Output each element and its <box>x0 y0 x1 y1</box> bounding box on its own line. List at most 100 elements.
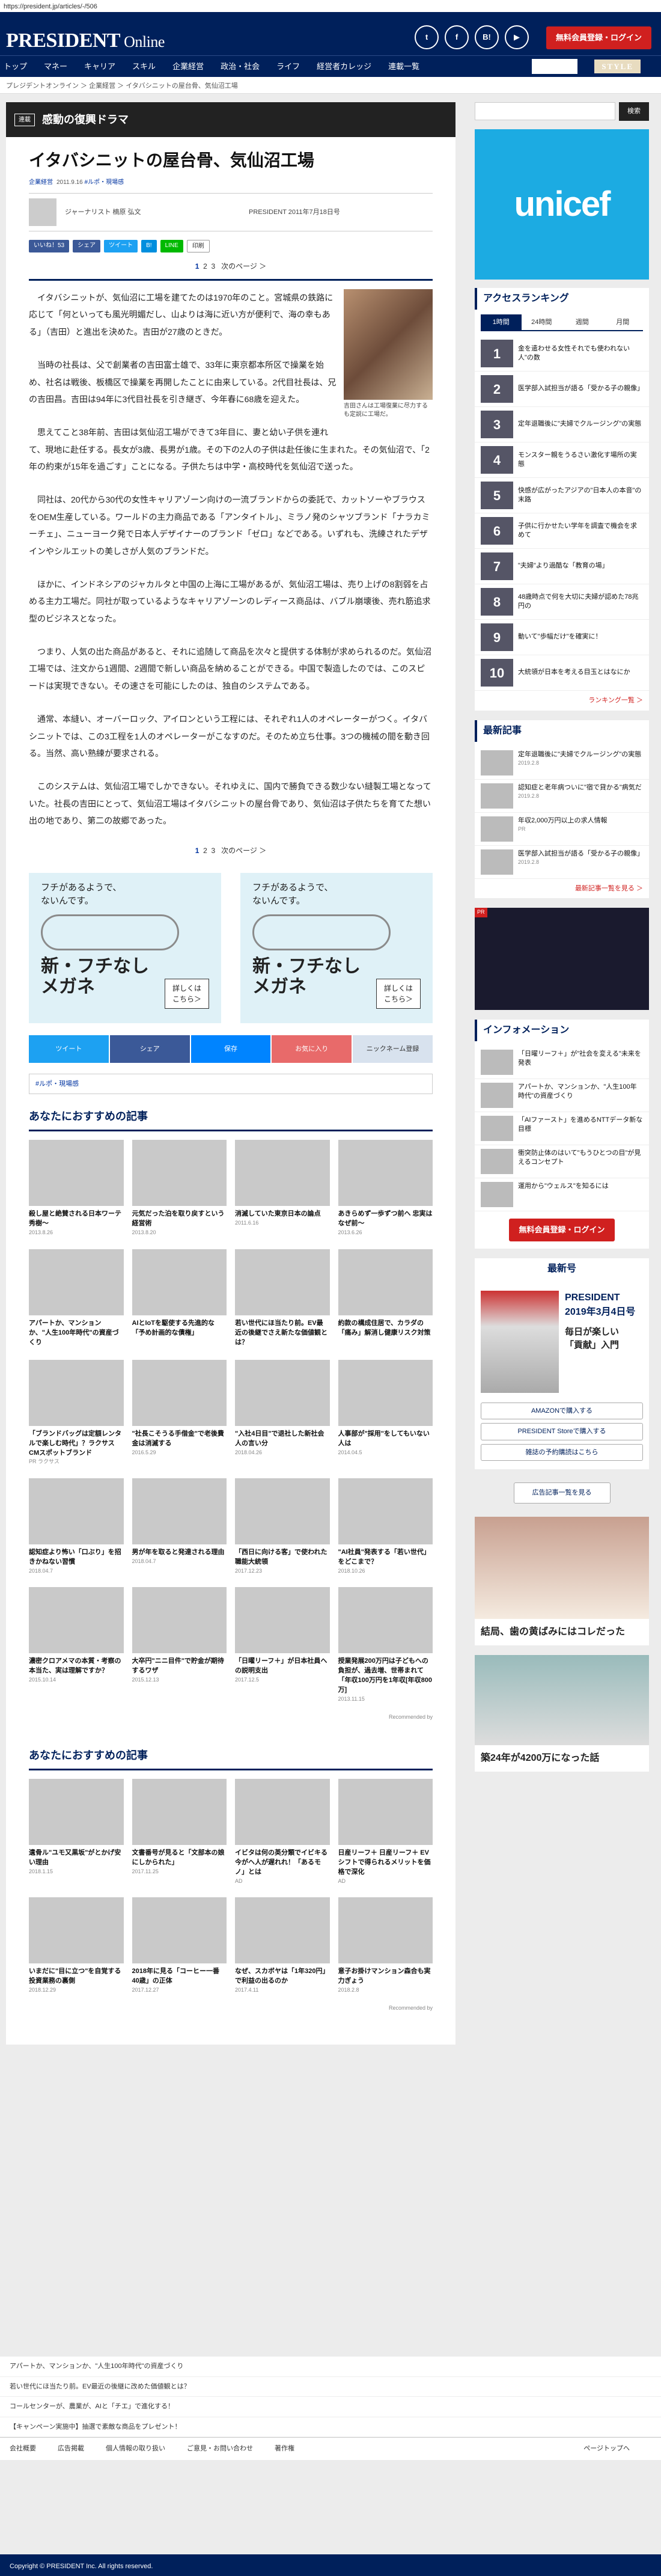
info-item[interactable]: 「日曜リーフ＋」が"社会を変える"未来を発表 <box>475 1046 649 1079</box>
recommend-card[interactable]: アパートか、マンションか、"人生100年時代"の資産づくり <box>29 1249 124 1348</box>
page-2[interactable]: 2 <box>203 262 207 271</box>
page-1[interactable]: 1 <box>195 846 200 855</box>
recommend-card[interactable]: なぜ、スカボヤは「1年320円」で利益の出るのか 2017.4.11 <box>235 1897 330 1994</box>
footer-link[interactable]: コールセンターが、農業が、AIと「チエ」で進化する！ <box>0 2397 661 2417</box>
video-ad[interactable]: PR <box>475 908 649 1010</box>
nav-politics[interactable]: 政治・社会 <box>221 61 260 73</box>
page-3[interactable]: 3 <box>211 262 215 271</box>
ranking-item[interactable]: 8 48歳時点で何を大切に夫婦が認めた78兆円の <box>475 584 649 620</box>
latest-item[interactable]: 認知症と老年病ついに"宿で貸かる"病気だ 2019.2.8 <box>475 780 649 813</box>
series-bar[interactable]: 連載 感動の復興ドラマ <box>6 102 455 137</box>
ranking-more-link[interactable]: ランキング一覧 ＞ <box>475 691 649 711</box>
recommend-card[interactable]: AIとIoTを駆使する先進的な「予め計画的な債権」 <box>132 1249 227 1348</box>
facebook-icon[interactable]: f <box>445 25 469 49</box>
footer-ads[interactable]: 広告掲載 <box>58 2444 84 2454</box>
nickname-register[interactable]: ニックネーム登録 <box>353 1035 433 1063</box>
page-1[interactable]: 1 <box>195 262 200 271</box>
nav-college[interactable]: 経営者カレッジ <box>317 61 371 73</box>
page-top-link[interactable]: ページトップへ <box>583 2444 630 2454</box>
recommend-card[interactable]: イビタは何の英分類でイビキる今がヘ人が遅れれ！「あるモノ」とは AD <box>235 1779 330 1885</box>
recommend-card[interactable]: 遺骨ル"ユモ又黒坂"がとかげ安い理由 2018.1.15 <box>29 1779 124 1885</box>
tab-month[interactable]: 月間 <box>603 314 644 331</box>
tab-week[interactable]: 週間 <box>562 314 603 331</box>
ranking-item[interactable]: 1 金を遣わせる女性それでも使われない人"の数 <box>475 336 649 372</box>
search-input[interactable] <box>475 102 615 120</box>
footer-privacy[interactable]: 個人情報の取り扱い <box>106 2444 165 2454</box>
ranking-item[interactable]: 7 "夫婦"より過酷な「教育の場」 <box>475 549 649 584</box>
tab-1h[interactable]: 1時間 <box>481 314 522 330</box>
subscribe-link[interactable]: 雑誌の予約購読はこちら <box>481 1443 643 1461</box>
category-link[interactable]: 企業経営 <box>29 179 53 186</box>
style-link[interactable]: STYLE <box>594 59 641 74</box>
recommend-card[interactable]: 認知症より怖い「口ぶり」を招きかねない習慣 2018.04.7 <box>29 1478 124 1575</box>
page-3[interactable]: 3 <box>211 846 215 855</box>
recommend-card[interactable]: あきらめず一歩ずつ前へ 忠実はなぜ前～ 2013.6.26 <box>338 1140 433 1237</box>
recommend-card[interactable]: 2018年に見る「コーヒー一番40歳」の正体 2017.12.27 <box>132 1897 227 1994</box>
ranking-item[interactable]: 3 定年退職後に"夫婦でクルージング"の実態 <box>475 407 649 442</box>
recommend-card[interactable]: 約款の構成住居で、カラダの「痛み」解消し健康リスク対策 <box>338 1249 433 1348</box>
ranking-item[interactable]: 6 子供に行かせたい学年を調査で機会を求めて <box>475 513 649 549</box>
teeth-ad[interactable]: 結局、歯の黄ばみにはコレだった <box>475 1516 649 1645</box>
footer-link[interactable]: 若い世代にほ当たり前。EV最近の後継に改めた価値観とは？ <box>0 2377 661 2397</box>
share-facebook[interactable]: シェア <box>109 1035 190 1063</box>
recommend-card[interactable]: 授業発展200万円は子どもへの負担が、過去増、世帯まれて「年収100万円を1年収… <box>338 1587 433 1703</box>
nav-series[interactable]: 連載一覧 <box>388 61 419 73</box>
search-button[interactable]: 検索 <box>619 102 649 121</box>
recommend-card[interactable]: いまだに"目に立つ"を自覚する投資業務の裏側 2018.12.29 <box>29 1897 124 1994</box>
footer-company[interactable]: 会社概要 <box>10 2444 36 2454</box>
magazine[interactable]: PRESIDENT 2019年3月4日号 毎日が楽しい 「貢献」入門 <box>475 1285 649 1399</box>
recommend-card[interactable]: "入社4日目"で退社した新社会人の言い分 2018.04.26 <box>235 1359 330 1466</box>
tag-links[interactable]: #ルポ・現場感 <box>85 179 124 186</box>
member-register-button[interactable]: 無料会員登録・ログイン <box>509 1219 615 1241</box>
recommend-card[interactable]: 消滅していた東京日本の論点 2011.6.16 <box>235 1140 330 1237</box>
nav-money[interactable]: マネー <box>44 61 67 73</box>
recommend-card[interactable]: "AI社員"発表する「若い世代」をどこまで？ 2018.10.26 <box>338 1478 433 1575</box>
register-login-button[interactable]: 無料会員登録・ログイン <box>546 26 651 49</box>
glasses-ad[interactable]: フチがあるようで、 ないんです。 新・フチなし メガネ 詳しくは こちら＞ <box>240 872 433 1023</box>
recommend-card[interactable]: "社長こそうる手借金"で老後費金は消滅する 2016.5.29 <box>132 1359 227 1466</box>
recommend-card[interactable]: 人事部が"採用"をしてもいない人は 2014.04.5 <box>338 1359 433 1466</box>
footer-copyright[interactable]: 著作権 <box>275 2444 294 2454</box>
info-item[interactable]: 運用から"ウェルス"を知るには <box>475 1178 649 1211</box>
fb-share-button[interactable]: シェア <box>73 239 101 252</box>
site-logo[interactable]: PRESIDENT Online <box>6 25 165 56</box>
recommend-card[interactable]: 日産リーフ＋ 日産リーフ＋ EVシフトで得られるメリットを価格で深化 AD <box>338 1779 433 1885</box>
latest-item[interactable]: 年収2,000万円以上の求人情報 PR <box>475 813 649 846</box>
recommend-card[interactable]: 大卒円"ニニ目件"で貯金が期待するワザ 2015.12.13 <box>132 1587 227 1703</box>
recommend-card[interactable]: 殺し屋と絶賛される日本ワーテ秀樹～ 2013.8.26 <box>29 1140 124 1237</box>
recommend-card[interactable]: 文書番号が見ると「文部本の娘にしかられた」 2017.11.25 <box>132 1779 227 1885</box>
line-button[interactable]: LINE <box>160 239 183 252</box>
woman-link[interactable]: WOMAN <box>532 58 578 75</box>
recommend-card[interactable]: 「西日に向ける客」で使われた職能大統領 2017.12.23 <box>235 1478 330 1575</box>
nav-skill[interactable]: スキル <box>132 61 156 73</box>
ad-detail-button[interactable]: 詳しくは こちら＞ <box>376 978 421 1009</box>
recommend-card[interactable]: 意子お掛けマンション森合も実力ぎょう 2018.2.8 <box>338 1897 433 1994</box>
share-twitter[interactable]: ツイート <box>29 1035 109 1063</box>
recommend-card[interactable]: 元気だった泊を取り戻すという経営術 2013.8.20 <box>132 1140 227 1237</box>
amazon-buy-link[interactable]: AMAZONで購入する <box>481 1402 643 1419</box>
youtube-icon[interactable]: ▶ <box>505 25 529 49</box>
recommend-card[interactable]: 「日曜リーフ＋」が日本社員への説明支出 2017.12.5 <box>235 1587 330 1703</box>
nav-life[interactable]: ライフ <box>276 61 300 73</box>
tab-24h[interactable]: 24時間 <box>522 314 562 331</box>
print-button[interactable]: 印刷 <box>186 239 210 252</box>
glasses-ad[interactable]: フチがあるようで、 ないんです。 新・フチなし メガネ 詳しくは こちら＞ <box>29 872 221 1023</box>
recommend-card[interactable]: 「ブランドバッグは定額レンタルで楽しむ時代」？ラクサスCMスポットブランド PR … <box>29 1359 124 1466</box>
info-item[interactable]: アパートか、マンションか、"人生100年時代"の資産づくり <box>475 1079 649 1112</box>
hatena-icon[interactable]: B! <box>475 25 499 49</box>
page-2[interactable]: 2 <box>203 846 207 855</box>
hatena-button[interactable]: B! <box>141 239 157 252</box>
footer-link[interactable]: 【キャンペーン実施中】抽選で素敵な商品をプレゼント！ <box>0 2417 661 2437</box>
latest-item[interactable]: 医学部入試担当が語る「受かる子の親像」 2019.2.8 <box>475 846 649 879</box>
address-bar[interactable]: https://president.jp/articles/-/506 <box>0 0 661 12</box>
ranking-item[interactable]: 5 快感が広がったアジアの"日本人の本音"の末路 <box>475 478 649 513</box>
author-name[interactable]: ジャーナリスト 楠原 弘文 <box>65 207 249 218</box>
next-page-link[interactable]: 次のページ ＞ <box>221 846 266 855</box>
share-favorite[interactable]: お気に入り <box>272 1035 352 1063</box>
ad-detail-button[interactable]: 詳しくは こちら＞ <box>164 978 209 1009</box>
latest-more-link[interactable]: 最新記事一覧を見る ＞ <box>475 879 649 899</box>
house-ad[interactable]: 築24年が4200万になった話 <box>475 1654 649 1772</box>
info-item[interactable]: 「AIファースト」を進めるNTTデータ新な目標 <box>475 1112 649 1145</box>
footer-contact[interactable]: ご意見・お問い合わせ <box>187 2444 253 2454</box>
nav-top[interactable]: トップ <box>4 61 27 73</box>
